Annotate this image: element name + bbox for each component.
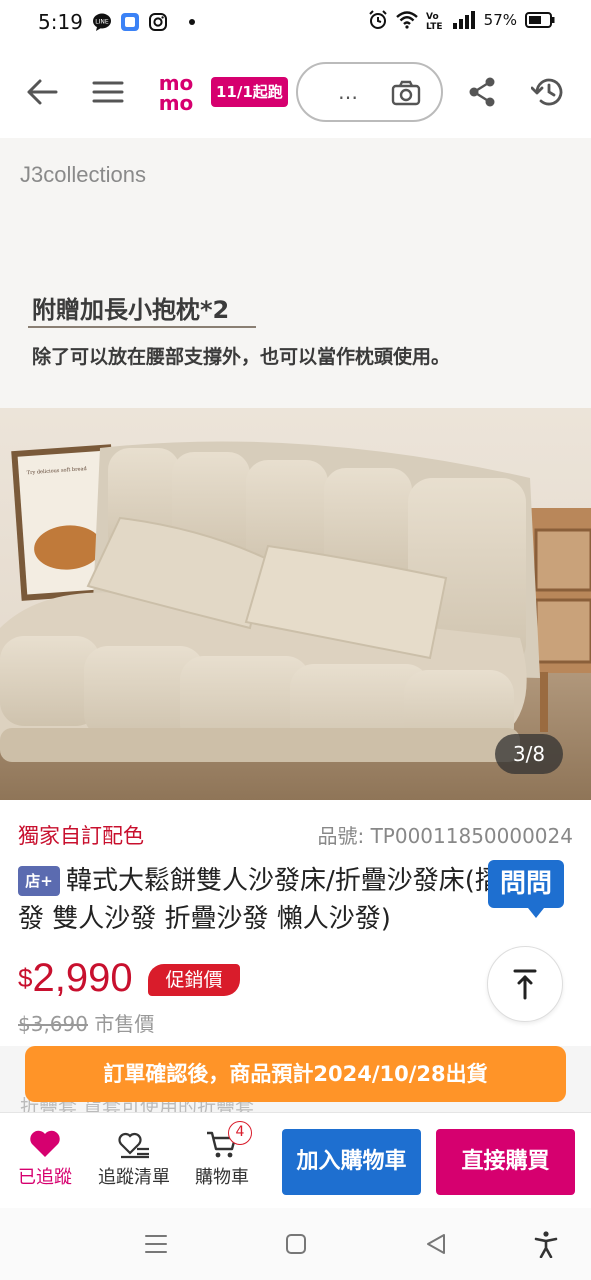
status-time: 5:19	[38, 10, 83, 34]
event-date-badge[interactable]: 11/1起跑	[211, 77, 288, 107]
back-triangle-icon[interactable]	[422, 1230, 450, 1258]
price-currency: $	[18, 963, 33, 993]
status-right: Vo LTE 57%	[368, 10, 555, 30]
shipping-section: 折疊套 貨套可使用的折疊套 訂單確認後，商品預計2024/10/28出貨	[0, 1046, 591, 1118]
add-to-cart-button[interactable]: 加入購物車	[282, 1129, 421, 1195]
arrow-to-top-icon	[513, 969, 537, 1000]
store-plus-badge: 店+	[18, 866, 60, 896]
history-button[interactable]	[528, 72, 568, 112]
chat-icon	[121, 13, 139, 31]
promo-subtitle: 除了可以放在腰部支撐外，也可以當作枕頭使用。	[32, 346, 451, 368]
bottom-action-bar: 已追蹤 追蹤清單 購物車 4 加入購物車 直接購買	[0, 1112, 591, 1208]
top-navigation: mo mo 11/1起跑 …	[0, 46, 591, 138]
status-bar: 5:19 LINE Vo LTE 57%	[0, 0, 591, 46]
price-value: 2,990	[32, 956, 133, 1000]
cart-button[interactable]: 購物車 4	[186, 1121, 258, 1189]
volte-icon: VoLTE	[426, 12, 443, 30]
buy-now-button[interactable]: 直接購買	[436, 1129, 575, 1195]
dot-icon	[189, 19, 195, 25]
heart-list-icon	[118, 1132, 149, 1159]
momo-logo[interactable]: mo mo	[150, 72, 202, 112]
original-price-value: $3,690	[18, 1012, 88, 1036]
ask-question-button[interactable]: 問問	[488, 860, 564, 918]
search-box[interactable]: …	[296, 62, 443, 122]
cart-label: 購物車	[195, 1167, 249, 1188]
follow-button[interactable]: 已追蹤	[12, 1129, 78, 1189]
svg-text:LINE: LINE	[95, 19, 109, 26]
signal-icon	[452, 11, 475, 29]
system-navigation-bar	[0, 1208, 591, 1280]
follow-list-label: 追蹤清單	[98, 1167, 170, 1188]
shipping-notice: 訂單確認後，商品預計2024/10/28出貨	[25, 1046, 566, 1102]
store-banner: J3collections 附贈加長小抱枕*2 除了可以放在腰部支撐外，也可以當…	[0, 138, 591, 410]
line-icon: LINE	[93, 13, 111, 31]
promo-price-badge: 促銷價	[148, 964, 240, 996]
svg-text:LTE: LTE	[426, 22, 443, 30]
promo-title: 附贈加長小抱枕*2	[32, 296, 230, 324]
home-icon[interactable]	[282, 1230, 310, 1258]
share-button[interactable]	[462, 72, 502, 112]
image-counter: 3/8	[495, 734, 563, 774]
battery-icon	[525, 12, 555, 28]
cart-count-badge: 4	[228, 1121, 252, 1145]
alarm-icon	[368, 10, 387, 29]
sale-price: $2,990	[18, 956, 133, 1001]
exclusive-tag: 獨家自訂配色	[18, 824, 144, 848]
search-placeholder: …	[338, 80, 360, 104]
camera-icon[interactable]	[391, 80, 421, 106]
hamburger-icon	[92, 81, 124, 103]
instagram-icon	[149, 13, 167, 31]
accessibility-icon[interactable]	[532, 1230, 560, 1258]
follow-label: 已追蹤	[18, 1167, 72, 1188]
wifi-icon	[395, 11, 418, 29]
svg-text:Vo: Vo	[426, 12, 439, 22]
product-sku: 品號: TP00011850000024	[317, 824, 573, 848]
heart-icon	[30, 1130, 60, 1157]
scroll-to-top-button[interactable]	[487, 946, 563, 1022]
battery-text: 57%	[483, 11, 517, 29]
recent-apps-icon[interactable]	[142, 1230, 170, 1258]
back-button[interactable]	[22, 72, 62, 112]
promo-divider	[28, 326, 256, 328]
arrow-left-icon	[27, 79, 58, 105]
original-price: $3,690 市售價	[18, 1008, 154, 1037]
menu-button[interactable]	[88, 72, 128, 112]
share-icon	[469, 77, 495, 107]
follow-list-button[interactable]: 追蹤清單	[88, 1129, 180, 1189]
original-price-label: 市售價	[94, 1012, 155, 1036]
store-name[interactable]: J3collections	[20, 162, 146, 188]
svg-text:mo: mo	[159, 91, 194, 112]
history-icon	[531, 78, 563, 106]
product-image[interactable]: Try delicious soft bread 3/8	[0, 408, 591, 800]
